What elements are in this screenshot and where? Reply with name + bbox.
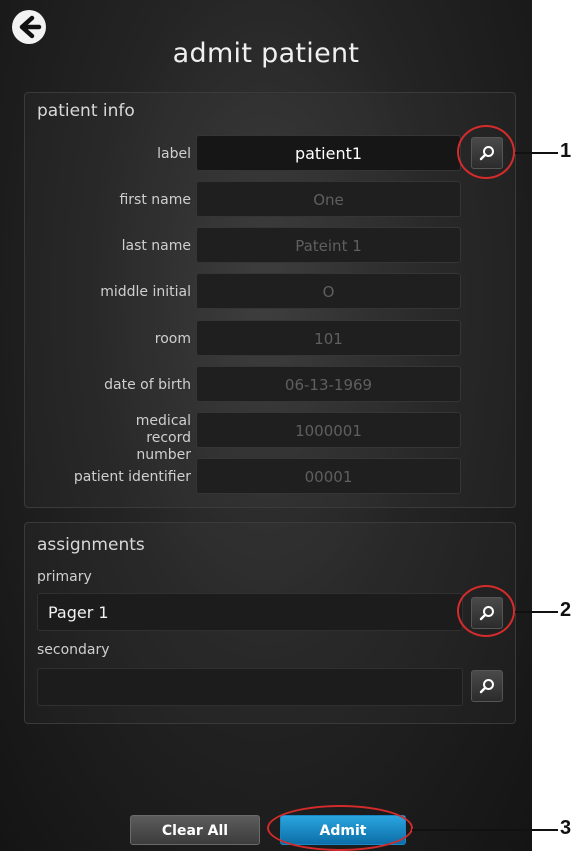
medical-record-number-label: medical record number [135, 413, 191, 463]
admit-button[interactable]: Admit [280, 815, 406, 845]
callout-leader-2 [515, 611, 558, 613]
search-icon [479, 679, 494, 694]
middle-initial-field[interactable]: O [196, 273, 461, 309]
app-screen: admit patient patient info label patient… [0, 0, 532, 851]
date-of-birth-field[interactable]: 06-13-1969 [196, 366, 461, 402]
page-title: admit patient [172, 38, 360, 69]
first-name-field[interactable]: One [196, 181, 461, 217]
search-icon [479, 146, 494, 161]
assignments-title: assignments [37, 535, 145, 555]
secondary-search-button[interactable] [471, 670, 503, 702]
secondary-label: secondary [37, 642, 110, 658]
last-name-label: last name [121, 238, 191, 254]
label-search-button[interactable] [471, 137, 503, 169]
callout-number-1: 1 [560, 140, 572, 162]
first-name-label: first name [119, 192, 191, 208]
assignments-panel: assignments primary Pager 1 secondary [24, 522, 516, 724]
primary-search-button[interactable] [471, 597, 503, 629]
patient-info-title: patient info [37, 101, 135, 121]
label-field-label: label [157, 146, 191, 162]
room-label: room [154, 331, 191, 347]
callout-leader-1 [515, 152, 558, 154]
patient-identifier-label: patient identifier [73, 469, 191, 485]
primary-label: primary [37, 569, 92, 585]
callout-leader-3 [412, 829, 558, 831]
search-icon [479, 606, 494, 621]
last-name-field[interactable]: Pateint 1 [196, 227, 461, 263]
callout-number-3: 3 [560, 817, 572, 839]
callout-number-2: 2 [560, 599, 572, 621]
patient-info-panel: patient info label patient1 first name O… [24, 92, 516, 508]
secondary-assignment-field[interactable] [37, 668, 463, 706]
date-of-birth-label: date of birth [104, 377, 191, 393]
patient-identifier-field[interactable]: 00001 [196, 458, 461, 494]
label-field[interactable]: patient1 [196, 135, 461, 171]
middle-initial-label: middle initial [100, 284, 191, 300]
clear-all-button[interactable]: Clear All [130, 815, 260, 845]
primary-assignment-field[interactable]: Pager 1 [37, 593, 463, 631]
room-field[interactable]: 101 [196, 320, 461, 356]
medical-record-number-field[interactable]: 1000001 [196, 412, 461, 448]
